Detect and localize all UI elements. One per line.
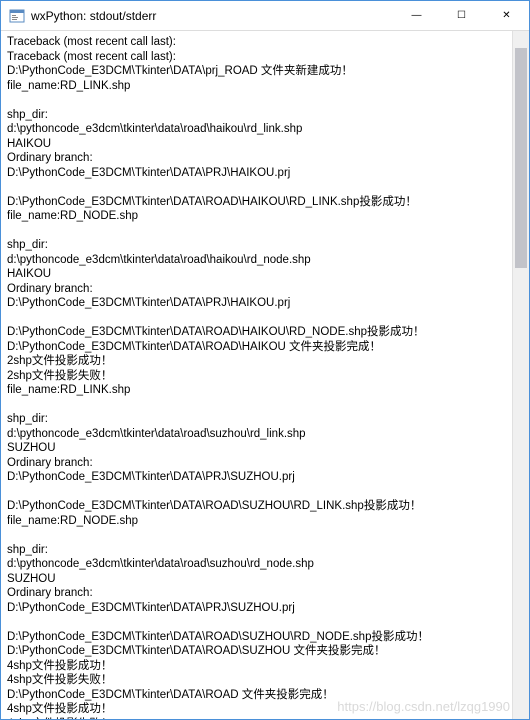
console-line: Traceback (most recent call last): [7, 50, 506, 65]
console-line: d:\pythoncode_e3dcm\tkinter\data\road\su… [7, 427, 506, 442]
console-line: D:\PythonCode_E3DCM\Tkinter\DATA\ROAD 文件… [7, 688, 506, 703]
console-line [7, 528, 506, 543]
console-line: d:\pythoncode_e3dcm\tkinter\data\road\ha… [7, 122, 506, 137]
console-line: D:\PythonCode_E3DCM\Tkinter\DATA\prj_ROA… [7, 64, 506, 79]
console-line [7, 224, 506, 239]
console-line [7, 485, 506, 500]
console-line: HAIKOU [7, 137, 506, 152]
console-line: SUZHOU [7, 441, 506, 456]
console-line: d:\pythoncode_e3dcm\tkinter\data\road\ha… [7, 253, 506, 268]
content-area: Traceback (most recent call last):Traceb… [1, 31, 529, 719]
console-line: file_name:RD_LINK.shp [7, 383, 506, 398]
window-controls: — ☐ ✕ [394, 1, 529, 30]
console-line: D:\PythonCode_E3DCM\Tkinter\DATA\PRJ\SUZ… [7, 470, 506, 485]
maximize-button[interactable]: ☐ [439, 1, 484, 30]
console-line: Ordinary branch: [7, 282, 506, 297]
console-line: 2shp文件投影成功！ [7, 354, 506, 369]
console-line: D:\PythonCode_E3DCM\Tkinter\DATA\ROAD\HA… [7, 325, 506, 340]
console-line: 2shp文件投影失败！ [7, 369, 506, 384]
console-line: D:\PythonCode_E3DCM\Tkinter\DATA\PRJ\HAI… [7, 166, 506, 181]
console-line: shp_dir: [7, 543, 506, 558]
console-line [7, 180, 506, 195]
scrollbar-thumb[interactable] [515, 48, 527, 268]
console-line: shp_dir: [7, 108, 506, 123]
minimize-button[interactable]: — [394, 1, 439, 30]
console-line: Traceback (most recent call last): [7, 35, 506, 50]
console-line: file_name:RD_LINK.shp [7, 79, 506, 94]
window-title: wxPython: stdout/stderr [31, 9, 394, 23]
console-line: file_name:RD_NODE.shp [7, 209, 506, 224]
console-line: D:\PythonCode_E3DCM\Tkinter\DATA\PRJ\SUZ… [7, 601, 506, 616]
console-line: D:\PythonCode_E3DCM\Tkinter\DATA\ROAD\SU… [7, 644, 506, 659]
console-line: Ordinary branch: [7, 456, 506, 471]
console-line [7, 311, 506, 326]
console-line: HAIKOU [7, 267, 506, 282]
close-button[interactable]: ✕ [484, 1, 529, 30]
vertical-scrollbar[interactable] [512, 31, 529, 719]
console-line: 4shp文件投影成功！ [7, 659, 506, 674]
console-line: d:\pythoncode_e3dcm\tkinter\data\road\su… [7, 557, 506, 572]
console-line: D:\PythonCode_E3DCM\Tkinter\DATA\PRJ\HAI… [7, 296, 506, 311]
console-output[interactable]: Traceback (most recent call last):Traceb… [1, 31, 512, 719]
console-line: shp_dir: [7, 412, 506, 427]
console-line: 4shp文件投影失败！ [7, 717, 506, 720]
console-line [7, 615, 506, 630]
console-line: SUZHOU [7, 572, 506, 587]
console-line: D:\PythonCode_E3DCM\Tkinter\DATA\ROAD\HA… [7, 195, 506, 210]
console-line: D:\PythonCode_E3DCM\Tkinter\DATA\ROAD\HA… [7, 340, 506, 355]
console-line: D:\PythonCode_E3DCM\Tkinter\DATA\ROAD\SU… [7, 499, 506, 514]
titlebar[interactable]: wxPython: stdout/stderr — ☐ ✕ [1, 1, 529, 31]
console-line [7, 398, 506, 413]
console-line: shp_dir: [7, 238, 506, 253]
console-line: file_name:RD_NODE.shp [7, 514, 506, 529]
console-line [7, 93, 506, 108]
console-line: 4shp文件投影成功！ [7, 702, 506, 717]
console-line: Ordinary branch: [7, 151, 506, 166]
console-line: Ordinary branch: [7, 586, 506, 601]
console-line: 4shp文件投影失败！ [7, 673, 506, 688]
console-line: D:\PythonCode_E3DCM\Tkinter\DATA\ROAD\SU… [7, 630, 506, 645]
application-icon [9, 8, 25, 24]
